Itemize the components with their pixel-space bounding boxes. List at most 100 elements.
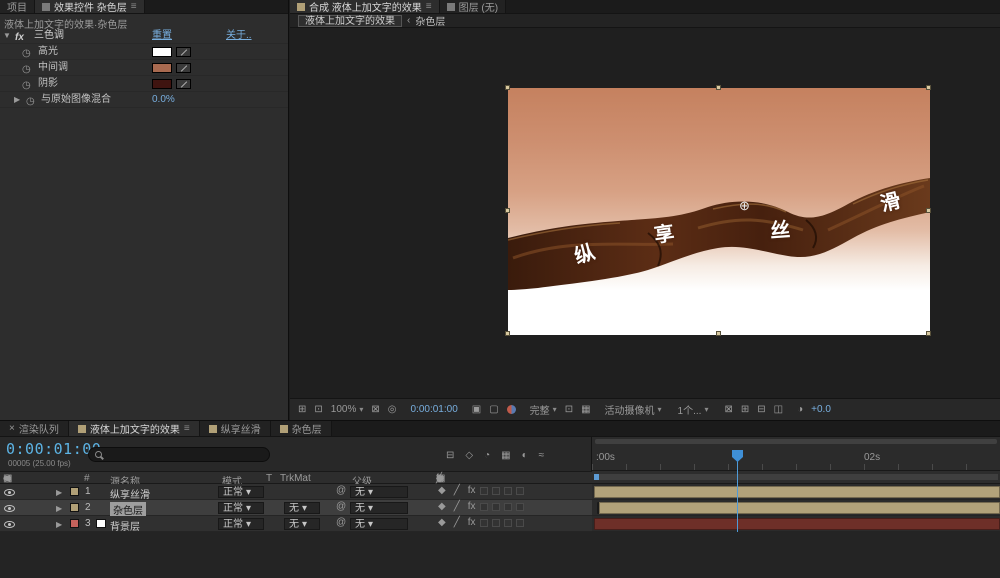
current-time-display[interactable]: 0:00:01:00 bbox=[411, 404, 458, 415]
track-row-2[interactable] bbox=[592, 500, 1000, 516]
color-swatch-midtones[interactable] bbox=[152, 63, 172, 73]
tab-layer[interactable]: 图层 (无) bbox=[439, 0, 507, 14]
color-swatch-shadows[interactable] bbox=[152, 79, 172, 89]
motion-blur-icon[interactable]: ◐ bbox=[522, 451, 528, 461]
switch-box[interactable] bbox=[504, 487, 512, 495]
eyedropper-icon[interactable] bbox=[176, 79, 191, 89]
mini-flowchart-icon[interactable]: ⊟ bbox=[446, 451, 454, 461]
switch-box[interactable] bbox=[504, 519, 512, 527]
show-snapshot-icon[interactable]: ▢ bbox=[489, 404, 498, 415]
selection-handle[interactable] bbox=[926, 208, 931, 213]
resolution-select[interactable]: 完整 ▾ bbox=[530, 402, 557, 417]
selection-handle[interactable] bbox=[716, 331, 721, 336]
switch-box[interactable] bbox=[504, 503, 512, 511]
work-area-span[interactable] bbox=[594, 474, 998, 480]
breadcrumb-current[interactable]: 杂色层 bbox=[415, 13, 445, 28]
label-color-chip[interactable] bbox=[70, 487, 79, 496]
stopwatch-icon[interactable]: ◷ bbox=[26, 94, 35, 110]
track-row-3[interactable] bbox=[592, 516, 1000, 532]
twirl-icon[interactable]: ▶ bbox=[56, 488, 62, 497]
time-ruler[interactable]: :00s 02s bbox=[592, 446, 1000, 471]
playhead-line[interactable] bbox=[737, 451, 738, 532]
composition-canvas[interactable]: 纵 享 丝 滑 ⊕ bbox=[505, 85, 931, 336]
pickwhip-icon[interactable]: @ bbox=[336, 518, 346, 528]
frame-blending-icon[interactable]: ▦ bbox=[501, 451, 510, 461]
eye-icon[interactable] bbox=[4, 519, 15, 529]
selection-handle[interactable] bbox=[505, 85, 510, 90]
switch-box[interactable] bbox=[516, 503, 524, 511]
switch-box[interactable] bbox=[516, 487, 524, 495]
region-of-interest-icon[interactable]: ⊡ bbox=[565, 404, 573, 415]
layer-duration-bar[interactable] bbox=[597, 502, 1000, 514]
camera-view-select[interactable]: 活动摄像机 ▾ bbox=[605, 402, 662, 417]
collapse-switch-icon[interactable]: ◆ bbox=[438, 502, 446, 512]
trkmat-select[interactable]: 无 ▾ bbox=[284, 502, 320, 514]
composition-viewer[interactable]: 纵 享 丝 滑 ⊕ bbox=[290, 28, 1000, 398]
show-channel-icon[interactable] bbox=[506, 405, 516, 414]
work-area-start-handle[interactable] bbox=[594, 474, 599, 480]
parent-select[interactable]: 无 ▾ bbox=[350, 502, 408, 514]
exposure-value[interactable]: +0.0 bbox=[811, 404, 831, 415]
color-swatch-highlights[interactable] bbox=[152, 47, 172, 57]
collapse-switch-icon[interactable]: ◆ bbox=[438, 486, 446, 496]
current-time-field[interactable]: 0:00:01:00 bbox=[6, 440, 101, 458]
grid-guides-icon[interactable]: ⊠ bbox=[371, 404, 379, 415]
panel-menu-icon[interactable]: ≡ bbox=[131, 1, 137, 12]
collapse-switch-icon[interactable]: ◆ bbox=[438, 518, 446, 528]
panel-menu-icon[interactable]: ≡ bbox=[426, 1, 432, 12]
quality-switch-icon[interactable]: ╱ bbox=[454, 502, 460, 512]
switch-box[interactable] bbox=[480, 503, 488, 511]
tab-composition[interactable]: 合成 液体上加文字的效果 ≡ bbox=[290, 0, 440, 14]
magnification-select[interactable]: 100% ▾ bbox=[331, 404, 364, 415]
eye-icon[interactable] bbox=[4, 487, 15, 497]
fx-switch-icon[interactable]: fx bbox=[468, 518, 476, 528]
effect-header-row[interactable]: ▼ fx 三色调 重置 关于.. bbox=[0, 28, 288, 44]
pixel-aspect-icon[interactable]: ⊠ bbox=[724, 404, 732, 415]
blend-mode-select[interactable]: 正常 ▾ bbox=[218, 518, 264, 530]
hide-shy-icon[interactable]: ◔ bbox=[484, 451, 490, 461]
timeline-button-icon[interactable]: ⊟ bbox=[757, 404, 765, 415]
blend-mode-select[interactable]: 正常 ▾ bbox=[218, 502, 264, 514]
trkmat-select[interactable]: 无 ▾ bbox=[284, 518, 320, 530]
layer-row-3[interactable]: ▶ 3 背景层 正常 ▾ 无 ▾ @ 无 ▾ ◆ ╱ fx bbox=[0, 516, 592, 533]
switch-box[interactable] bbox=[492, 487, 500, 495]
transparency-grid-icon[interactable]: ▦ bbox=[581, 404, 590, 415]
breadcrumb-parent[interactable]: 液体上加文字的效果 bbox=[298, 14, 402, 27]
layer-name[interactable]: 纵享丝滑 bbox=[110, 486, 150, 501]
blend-mode-select[interactable]: 正常 ▾ bbox=[218, 486, 264, 498]
column-trkmat[interactable]: TrkMat bbox=[280, 473, 311, 484]
switch-box[interactable] bbox=[480, 487, 488, 495]
tab-project[interactable]: 项目 bbox=[0, 0, 35, 14]
tab-effect-controls[interactable]: 效果控件 杂色层 ≡ bbox=[35, 0, 145, 14]
time-navigator[interactable] bbox=[595, 439, 997, 444]
quality-switch-icon[interactable]: ╱ bbox=[454, 518, 460, 528]
eye-icon[interactable] bbox=[4, 503, 15, 513]
quality-switch-icon[interactable]: ╱ bbox=[454, 486, 460, 496]
fx-switch-icon[interactable]: fx bbox=[468, 502, 476, 512]
fast-preview-icon[interactable]: ⊞ bbox=[741, 404, 749, 415]
anchor-point-icon[interactable]: ⊕ bbox=[739, 198, 750, 214]
label-color-chip[interactable] bbox=[70, 503, 79, 512]
track-row-1[interactable] bbox=[592, 484, 1000, 500]
selection-handle[interactable] bbox=[926, 85, 931, 90]
fx-switch-icon[interactable]: fx bbox=[468, 486, 476, 496]
timeline-tracks[interactable]: :00s 02s bbox=[592, 437, 1000, 532]
viewer-lock-icon[interactable]: ⊡ bbox=[314, 404, 322, 415]
parent-select[interactable]: 无 ▾ bbox=[350, 518, 408, 530]
graph-editor-icon[interactable]: ≈ bbox=[539, 451, 545, 461]
exposure-icon[interactable]: ◑ bbox=[797, 404, 803, 415]
tab-comp-zongxiang[interactable]: 纵享丝滑 bbox=[199, 421, 271, 436]
flowchart-button-icon[interactable]: ◫ bbox=[774, 404, 783, 415]
draft-3d-icon[interactable]: ◇ bbox=[465, 451, 473, 461]
search-input[interactable] bbox=[107, 449, 247, 460]
eyedropper-icon[interactable] bbox=[176, 63, 191, 73]
switch-box[interactable] bbox=[492, 503, 500, 511]
switch-box[interactable] bbox=[480, 519, 488, 527]
label-color-chip[interactable] bbox=[70, 519, 79, 528]
selection-handle[interactable] bbox=[926, 331, 931, 336]
switch-box[interactable] bbox=[492, 519, 500, 527]
snapshot-icon[interactable]: ▣ bbox=[472, 404, 481, 415]
panel-menu-icon[interactable]: ≡ bbox=[184, 423, 190, 434]
selection-handle[interactable] bbox=[505, 208, 510, 213]
search-box[interactable] bbox=[88, 447, 270, 462]
